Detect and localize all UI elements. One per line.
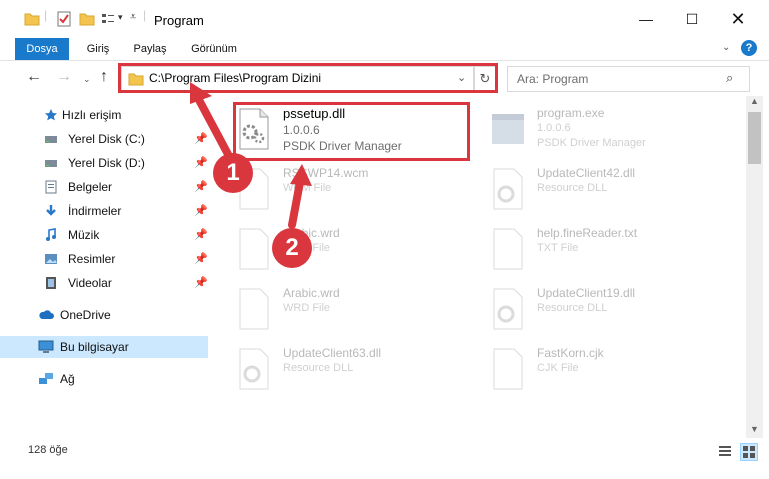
- maximize-button[interactable]: ☐: [669, 0, 715, 38]
- pin-icon[interactable]: 📌: [194, 228, 208, 241]
- file-item[interactable]: Arabic.wrd WRD File: [236, 224, 466, 276]
- tab-file[interactable]: Dosya: [15, 38, 69, 60]
- chevron-down-icon[interactable]: ⌄: [83, 74, 91, 85]
- file-item[interactable]: UpdateClient63.dll Resource DLL: [236, 344, 466, 396]
- tab-share[interactable]: Paylaş: [126, 38, 174, 60]
- sidebar-item-documents[interactable]: Belgeler 📌: [0, 176, 208, 198]
- exe-file-icon: [492, 114, 524, 144]
- music-icon: [46, 228, 56, 241]
- search-icon: ⌕: [726, 70, 734, 85]
- file-item[interactable]: RSSWP14.wcm WCM File: [236, 164, 466, 216]
- ribbon-tabs: Dosya Giriş Paylaş Görünüm ⌄ ?: [0, 38, 769, 61]
- navigation-pane: Hızlı erişim Yerel Disk (C:) 📌 Yerel Dis…: [0, 98, 211, 440]
- sidebar-item-drive-d[interactable]: Yerel Disk (D:) 📌: [0, 152, 208, 174]
- scroll-up-icon[interactable]: ▲: [750, 96, 759, 106]
- details-view-icon[interactable]: [718, 444, 732, 458]
- file-item[interactable]: FastKorn.cjk CJK File: [490, 344, 720, 396]
- file-item[interactable]: Arabic.wrd WRD File: [236, 284, 466, 336]
- sidebar-item-videos[interactable]: Videolar 📌: [0, 272, 208, 294]
- properties-icon[interactable]: [56, 11, 72, 27]
- file-icon: [239, 228, 269, 270]
- scroll-thumb[interactable]: [748, 112, 761, 164]
- new-folder-icon[interactable]: [79, 11, 95, 27]
- view-options-icon[interactable]: [100, 11, 116, 27]
- vertical-scrollbar[interactable]: ▲ ▼: [746, 96, 763, 438]
- title-bar: | ▾ ⩡ | Program — ☐ ✕: [0, 0, 769, 38]
- file-item[interactable]: program.exe 1.0.0.6 PSDK Driver Manager: [490, 104, 720, 156]
- scroll-down-icon[interactable]: ▼: [750, 424, 759, 434]
- computer-icon: [38, 340, 54, 353]
- sidebar-item-drive-c[interactable]: Yerel Disk (C:) 📌: [0, 128, 208, 150]
- file-icon: [239, 288, 269, 330]
- pin-icon[interactable]: 📌: [194, 276, 208, 289]
- address-highlight: [118, 63, 498, 93]
- back-arrow-icon[interactable]: ←: [26, 68, 42, 86]
- cloud-icon: [39, 310, 54, 319]
- sidebar-item-quick-access[interactable]: Hızlı erişim: [0, 104, 208, 126]
- text-file-icon: [493, 228, 523, 270]
- dll-file-icon: [239, 348, 269, 390]
- step-badge-1: 1: [213, 153, 253, 193]
- drive-icon: [45, 136, 57, 143]
- file-highlight: [233, 102, 470, 161]
- large-icons-view-icon[interactable]: [740, 443, 758, 461]
- help-icon[interactable]: ?: [741, 40, 757, 56]
- customize-toolbar-icon[interactable]: ⩡: [130, 11, 136, 24]
- tab-view[interactable]: Görünüm: [184, 38, 244, 60]
- sidebar-item-music[interactable]: Müzik 📌: [0, 224, 208, 246]
- search-placeholder: Ara: Program: [517, 72, 589, 86]
- network-icon: [39, 373, 53, 384]
- up-arrow-icon[interactable]: ↑: [100, 68, 108, 86]
- sidebar-item-downloads[interactable]: İndirmeler 📌: [0, 200, 208, 222]
- tab-home[interactable]: Giriş: [78, 38, 118, 60]
- dll-file-icon: [493, 168, 523, 210]
- minimize-button[interactable]: —: [623, 0, 669, 38]
- folder-icon: [24, 13, 40, 26]
- pictures-icon: [45, 254, 57, 264]
- window-title: Program: [154, 13, 204, 28]
- file-item[interactable]: UpdateClient42.dll Resource DLL: [490, 164, 720, 216]
- file-item[interactable]: UpdateClient19.dll Resource DLL: [490, 284, 720, 336]
- search-input[interactable]: Ara: Program ⌕: [507, 66, 750, 92]
- forward-arrow-icon[interactable]: →: [56, 68, 72, 86]
- dll-file-icon: [493, 288, 523, 330]
- pin-icon[interactable]: 📌: [194, 132, 208, 145]
- close-button[interactable]: ✕: [715, 0, 761, 38]
- file-icon: [493, 348, 523, 390]
- videos-icon: [46, 277, 56, 289]
- pin-icon[interactable]: 📌: [194, 156, 208, 169]
- sidebar-item-onedrive[interactable]: OneDrive: [0, 304, 208, 326]
- sidebar-item-pictures[interactable]: Resimler 📌: [0, 248, 208, 270]
- chevron-down-icon[interactable]: ⌄: [722, 42, 730, 53]
- sidebar-item-this-pc[interactable]: Bu bilgisayar: [0, 336, 208, 358]
- documents-icon: [45, 180, 57, 194]
- pin-icon[interactable]: 📌: [194, 180, 208, 193]
- download-icon: [46, 205, 56, 216]
- sidebar-item-network[interactable]: Ağ: [0, 368, 208, 390]
- drive-icon: [45, 160, 57, 167]
- status-bar: 128 öğe: [0, 440, 769, 462]
- file-item[interactable]: help.fineReader.txt TXT File: [490, 224, 720, 276]
- pin-icon[interactable]: 📌: [194, 204, 208, 217]
- step-badge-2: 2: [272, 228, 312, 268]
- pin-icon[interactable]: 📌: [194, 252, 208, 265]
- star-icon: [45, 109, 57, 121]
- item-count: 128 öğe: [28, 444, 68, 456]
- chevron-down-icon[interactable]: ▾: [118, 12, 123, 23]
